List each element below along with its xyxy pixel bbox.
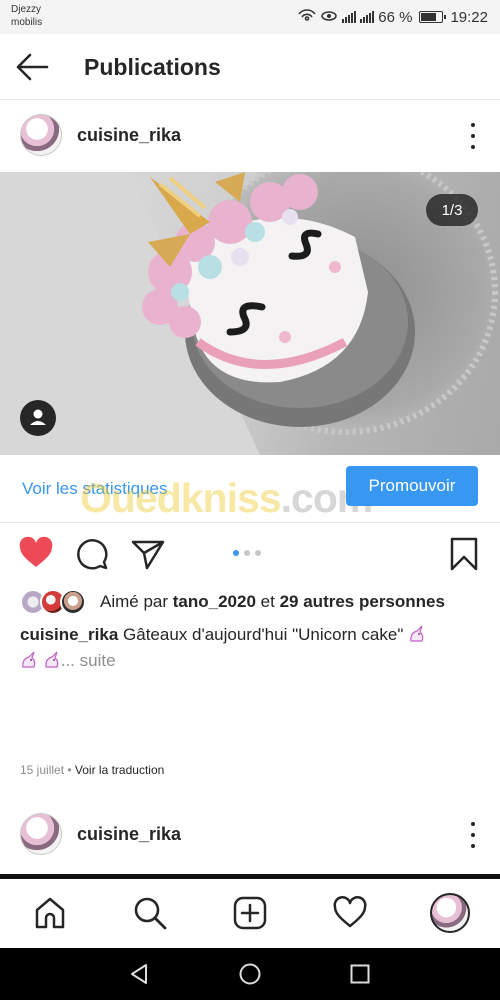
likes-user[interactable]: tano_2020 (173, 592, 256, 611)
likes-row[interactable]: Aimé par tano_2020 et 29 autres personne… (20, 588, 490, 616)
square-recents-icon (350, 964, 370, 984)
search-icon (134, 897, 167, 930)
nav-new-post[interactable] (228, 891, 272, 935)
post-caption: cuisine_rika Gâteaux d'aujourd'hui "Unic… (20, 622, 482, 674)
arrow-left-icon (16, 53, 49, 81)
unicorn-emoji-icon (45, 651, 58, 668)
nav-home[interactable] (28, 891, 72, 935)
more-vertical-icon (471, 822, 475, 826)
post-image[interactable]: 1/3 (0, 172, 500, 455)
avatar[interactable] (20, 813, 62, 855)
heart-outline-icon (333, 896, 367, 928)
unicorn-emoji-icon (410, 625, 424, 642)
likers-avatars (20, 589, 90, 615)
nav-search[interactable] (128, 891, 172, 935)
post-header: cuisine_rika (0, 101, 500, 171)
triangle-back-icon (131, 964, 147, 984)
system-recents-button[interactable] (344, 958, 376, 990)
insights-bar: Voir les statistiques Ouedkniss.com Prom… (0, 455, 500, 523)
add-post-icon (233, 896, 267, 930)
hotspot-icon (298, 8, 316, 26)
comment-button[interactable] (74, 536, 110, 572)
post-date: 15 juillet (20, 763, 65, 777)
next-post-header: cuisine_rika (0, 800, 500, 870)
battery-percent: 66 % (378, 8, 413, 26)
nav-activity[interactable] (328, 891, 372, 935)
more-options-button[interactable] (468, 822, 478, 848)
see-translation-link[interactable]: Voir la traduction (75, 763, 164, 777)
battery-icon (419, 11, 447, 23)
carrier-name: Djezzy mobilis (11, 3, 42, 29)
carrier-line-2: mobilis (11, 17, 43, 28)
unicorn-emoji-icon (22, 651, 36, 668)
save-button[interactable] (446, 536, 482, 572)
status-icons: 66 % 19:22 (298, 8, 488, 26)
system-home-button[interactable] (234, 958, 266, 990)
unicorn-cake-image (0, 172, 498, 455)
post-username[interactable]: cuisine_rika (77, 125, 181, 146)
home-icon (35, 897, 65, 929)
bottom-nav (0, 874, 500, 948)
likes-prefix: Aimé par (100, 592, 169, 611)
promote-button[interactable]: Promouvoir (346, 466, 478, 506)
post-username[interactable]: cuisine_rika (77, 824, 181, 845)
liker-avatar (60, 589, 86, 615)
tagged-people-button[interactable] (20, 400, 56, 436)
clock: 19:22 (450, 8, 488, 26)
share-button[interactable] (130, 536, 166, 572)
profile-avatar (430, 893, 470, 933)
post-meta: 15 juillet • Voir la traduction (20, 763, 164, 777)
caption-username[interactable]: cuisine_rika (20, 625, 118, 644)
carousel-indicator (233, 550, 261, 556)
likes-text: Aimé par tano_2020 et 29 autres personne… (100, 592, 445, 612)
bookmark-icon (450, 537, 478, 571)
signal-icon (342, 11, 357, 23)
heart-filled-icon (19, 536, 53, 567)
like-button[interactable] (18, 536, 54, 572)
eye-comfort-icon (320, 8, 338, 26)
person-icon (30, 409, 46, 425)
more-vertical-icon (471, 123, 475, 127)
likes-count[interactable]: 29 autres personnes (280, 592, 445, 611)
comment-icon (77, 539, 108, 570)
signal-icon-2 (360, 11, 375, 23)
back-button[interactable] (14, 52, 50, 82)
page-title: Publications (84, 54, 221, 80)
likes-conjunction: et (260, 592, 275, 611)
image-counter: 1/3 (426, 194, 478, 226)
post-actions (0, 530, 500, 578)
caption-more-link[interactable]: ... suite (61, 651, 116, 670)
more-options-button[interactable] (468, 123, 478, 149)
caption-text: Gâteaux d'aujourd'hui "Unicorn cake" (123, 625, 404, 644)
circle-home-icon (239, 963, 261, 985)
view-insights-link[interactable]: Voir les statistiques (22, 479, 168, 499)
meta-separator: • (64, 763, 75, 777)
carrier-line-1: Djezzy (11, 4, 42, 15)
status-bar: Djezzy mobilis 66 % 19:22 (0, 0, 500, 34)
app-bar: Publications (0, 34, 500, 100)
avatar[interactable] (20, 114, 62, 156)
system-navigation-bar (0, 948, 500, 1000)
screen: Djezzy mobilis 66 % 19:22 Publications c… (0, 0, 500, 1000)
nav-profile[interactable] (428, 891, 472, 935)
send-icon (131, 540, 165, 570)
system-back-button[interactable] (124, 958, 156, 990)
